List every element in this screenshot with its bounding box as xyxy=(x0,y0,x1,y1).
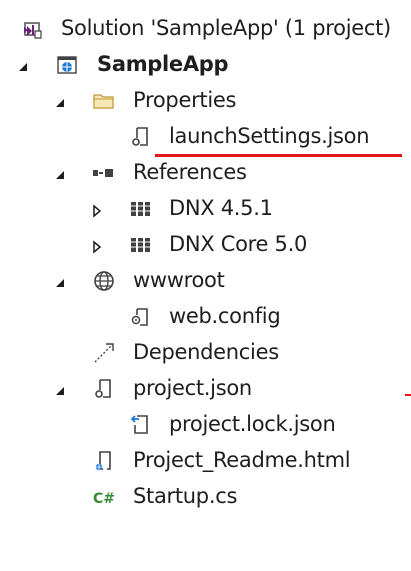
tree-row-solution[interactable]: Solution 'SampleApp' (1 project) xyxy=(0,13,411,43)
tree-row-startup-cs[interactable]: C# Startup.cs xyxy=(0,481,411,511)
json-file-icon xyxy=(129,125,153,149)
tree-row-dependencies[interactable]: Dependencies xyxy=(0,337,411,367)
tree-row-dnx-core-50[interactable]: DNX Core 5.0 xyxy=(0,229,411,259)
html-file-icon xyxy=(92,449,116,473)
web-project-globe-icon xyxy=(55,53,79,77)
tree-label-project-lock-json: project.lock.json xyxy=(169,412,336,436)
tree-row-sampleapp-project[interactable]: SampleApp xyxy=(0,49,411,79)
tree-label-wwwroot: wwwroot xyxy=(133,268,225,292)
tree-label-project-readme-html: Project_Readme.html xyxy=(133,448,351,472)
tree-label-solution: Solution 'SampleApp' (1 project) xyxy=(61,16,391,40)
expanded-triangle-icon[interactable] xyxy=(52,92,68,108)
collapsed-triangle-icon[interactable] xyxy=(89,236,105,254)
visual-studio-solution-icon xyxy=(22,17,46,41)
tree-label-dnx-core-50: DNX Core 5.0 xyxy=(169,232,308,256)
expanded-triangle-icon[interactable] xyxy=(52,164,68,180)
expanded-triangle-icon[interactable] xyxy=(15,56,31,72)
tree-label-references: References xyxy=(133,160,247,184)
folder-icon xyxy=(92,89,116,113)
tree-row-web-config[interactable]: web.config xyxy=(0,301,411,331)
tree-row-dnx-451[interactable]: DNX 4.5.1 xyxy=(0,193,411,223)
tree-row-project-json[interactable]: project.json xyxy=(0,373,411,403)
lock-json-file-icon xyxy=(129,413,153,437)
tree-row-project-readme-html[interactable]: Project_Readme.html xyxy=(0,445,411,475)
tree-label-startup-cs: Startup.cs xyxy=(133,484,238,508)
tree-label-dependencies: Dependencies xyxy=(133,340,279,364)
json-file-icon xyxy=(92,377,116,401)
tree-row-properties[interactable]: Properties xyxy=(0,85,411,115)
solution-explorer-tree: Solution 'SampleApp' (1 project) SampleA… xyxy=(0,0,411,571)
globe-icon xyxy=(92,269,116,293)
expanded-triangle-icon[interactable] xyxy=(52,380,68,396)
config-file-icon xyxy=(129,305,153,329)
library-icon xyxy=(129,233,153,257)
tree-label-sampleapp: SampleApp xyxy=(97,52,229,76)
collapsed-triangle-icon[interactable] xyxy=(89,200,105,218)
references-icon xyxy=(92,161,116,185)
tree-label-launchsettings-json: launchSettings.json xyxy=(169,124,370,148)
tree-row-wwwroot[interactable]: wwwroot xyxy=(0,265,411,295)
tree-label-web-config: web.config xyxy=(169,304,281,328)
tree-row-project-lock-json[interactable]: project.lock.json xyxy=(0,409,411,439)
library-icon xyxy=(129,197,153,221)
expanded-triangle-icon[interactable] xyxy=(52,272,68,288)
annotation-mark xyxy=(405,394,411,396)
tree-label-dnx-451: DNX 4.5.1 xyxy=(169,196,273,220)
tree-label-project-json: project.json xyxy=(133,376,252,400)
svg-text:C#: C# xyxy=(93,491,115,507)
tree-label-properties: Properties xyxy=(133,88,237,112)
tree-row-launchsettings-json[interactable]: launchSettings.json xyxy=(0,121,411,151)
tree-row-references[interactable]: References xyxy=(0,157,411,187)
dependencies-icon xyxy=(92,341,116,365)
csharp-file-icon: C# xyxy=(92,485,116,509)
